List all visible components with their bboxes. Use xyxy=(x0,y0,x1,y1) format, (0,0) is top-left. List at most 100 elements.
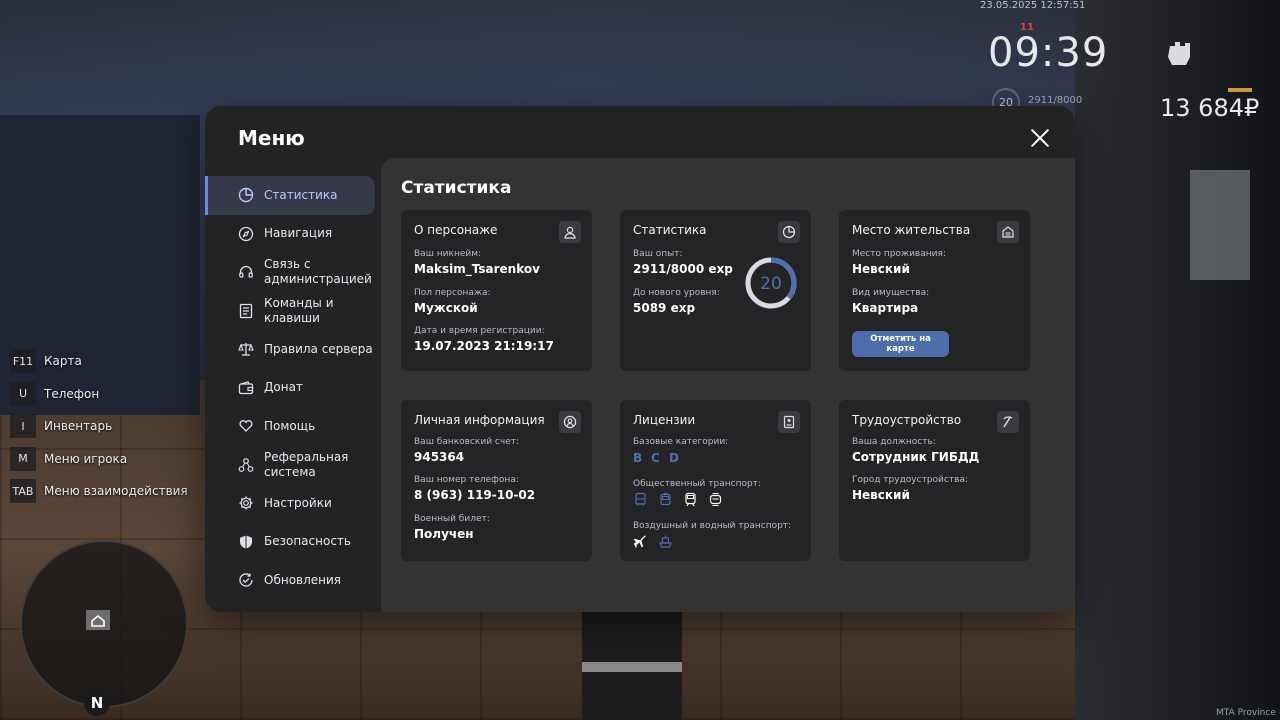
hotkey-key: TAB xyxy=(10,479,36,503)
shield-icon xyxy=(240,535,252,549)
card-title: Место жительства xyxy=(852,223,971,237)
employment-card-icon[interactable] xyxy=(997,411,1019,433)
next-level-label: До нового уровня: xyxy=(633,288,720,298)
hotkey-label: Меню взаимодействия xyxy=(44,484,188,498)
phone-label: Ваш номер телефона: xyxy=(414,475,519,485)
boat-icon xyxy=(659,535,672,548)
hotkey-player-menu[interactable]: M Меню игрока xyxy=(10,446,188,472)
sidebar: Статистика Навигация Связь с администрац… xyxy=(205,176,381,600)
sidebar-item-commands[interactable]: Команды и клавиши xyxy=(205,292,381,331)
hotkey-key: I xyxy=(10,414,36,438)
sidebar-item-label: Связь с администрацией xyxy=(264,257,372,287)
hotkey-label: Телефон xyxy=(44,386,100,401)
sidebar-item-updates[interactable]: Обновления xyxy=(205,561,381,600)
sidebar-item-donate[interactable]: Донат xyxy=(205,369,381,408)
sidebar-item-label: Обновления xyxy=(264,572,342,587)
hotkey-phone[interactable]: U Телефон xyxy=(10,381,188,407)
personal-card-icon[interactable] xyxy=(559,411,581,433)
public-transport-icons xyxy=(633,492,723,507)
scales-icon xyxy=(238,343,254,356)
nickname-label: Ваш никнейм: xyxy=(414,249,482,259)
residence-card-icon[interactable] xyxy=(997,221,1019,243)
character-card: О персонаже Ваш никнейм: Maksim_Tsarenko… xyxy=(401,210,592,371)
public-transport-label: Общественный транспорт: xyxy=(633,479,761,489)
base-categories-label: Базовые категории: xyxy=(633,437,729,447)
hotkey-map[interactable]: F11 Карта xyxy=(10,348,188,374)
hud-clock: 09:39 xyxy=(988,30,1109,76)
close-button[interactable] xyxy=(1027,126,1053,152)
sidebar-item-label: Правила сервера xyxy=(264,341,373,356)
air-water-transport-icons xyxy=(633,534,673,549)
sidebar-item-security[interactable]: Безопасность xyxy=(205,523,381,562)
gender-label: Пол персонажа: xyxy=(414,288,491,298)
headset-icon xyxy=(239,266,253,278)
sidebar-item-label: Донат xyxy=(264,380,303,395)
server-watermark: MTA Province # xyxy=(1216,708,1280,718)
compass-icon xyxy=(238,226,254,241)
sidebar-item-statistics[interactable]: Статистика xyxy=(205,176,375,215)
license-category-d: D xyxy=(669,451,679,465)
hotkey-interaction-menu[interactable]: TAB Меню взаимодействия xyxy=(10,478,188,504)
stats-card-icon[interactable] xyxy=(778,221,800,243)
residence-label: Место проживания: xyxy=(852,249,946,259)
bank-account-label: Ваш банковский счет: xyxy=(414,437,520,447)
hotkey-label: Карта xyxy=(44,354,82,368)
hotkey-key: U xyxy=(10,381,36,406)
card-title: Трудоустройство xyxy=(852,413,962,427)
sidebar-item-referral[interactable]: Реферальная система xyxy=(205,446,381,485)
sidebar-item-label: Настройки xyxy=(264,495,332,510)
clock-pie-icon xyxy=(782,225,796,239)
employment-city-value: Невский xyxy=(852,488,910,502)
sidebar-item-label: Команды и клавиши xyxy=(264,295,334,325)
sidebar-item-label: Безопасность xyxy=(264,534,351,549)
menu-window: Меню Статистика Навигация Связь с админи… xyxy=(205,106,1075,612)
people-network-icon xyxy=(238,457,254,472)
exp-value: 2911/8000 exp xyxy=(633,262,733,276)
level-progress-ring: 20 xyxy=(745,257,797,309)
background-poster xyxy=(1190,170,1250,280)
sidebar-item-label: Навигация xyxy=(264,226,333,241)
employment-card: Трудоустройство Ваша должность: Сотрудни… xyxy=(839,400,1030,561)
licenses-card-icon[interactable] xyxy=(778,411,800,433)
sidebar-item-rules[interactable]: Правила сервера xyxy=(205,330,381,369)
hud-money-bar xyxy=(1228,88,1252,92)
sidebar-item-settings[interactable]: Настройки xyxy=(205,484,381,523)
hud-exp: 2911/8000 xyxy=(1028,95,1083,106)
licenses-card: Лицензии Базовые категории: B C D Общест… xyxy=(620,400,811,561)
character-card-icon[interactable] xyxy=(559,221,581,243)
house-icon xyxy=(1002,226,1014,238)
gear-icon xyxy=(239,496,253,510)
personal-card: Личная информация Ваш банковский счет: 9… xyxy=(401,400,592,561)
position-label: Ваша должность: xyxy=(852,437,936,447)
player-character-legs xyxy=(582,612,682,720)
sidebar-item-help[interactable]: Помощь xyxy=(205,407,381,446)
nickname-value: Maksim_Tsarenkov xyxy=(414,262,540,276)
next-level-value: 5089 exp xyxy=(633,301,696,315)
id-card-icon xyxy=(783,415,795,429)
phone-value: 8 (963) 119-10-02 xyxy=(414,488,536,502)
card-title: Статистика xyxy=(633,223,707,237)
tram-icon xyxy=(709,492,722,507)
exp-label: Ваш опыт: xyxy=(633,249,683,259)
sidebar-item-label: Помощь xyxy=(264,418,316,433)
property-label: Вид имущества: xyxy=(852,288,930,298)
hotkey-key: M xyxy=(10,446,36,471)
mark-on-map-button[interactable]: Отметить на карте xyxy=(852,331,949,357)
pie-chart-icon xyxy=(238,188,254,203)
user-icon xyxy=(564,226,576,239)
user-circle-icon xyxy=(563,415,577,429)
trolleybus-icon xyxy=(660,492,671,506)
sidebar-item-navigation[interactable]: Навигация xyxy=(205,215,381,254)
hotkey-inventory[interactable]: I Инвентарь xyxy=(10,413,188,439)
sidebar-item-label: Реферальная система xyxy=(264,449,349,479)
content-panel: Статистика О персонаже Ваш никнейм: Maks… xyxy=(381,158,1075,612)
wallet-icon xyxy=(238,380,254,394)
hotkey-key: F11 xyxy=(10,349,36,373)
heart-hands-icon xyxy=(239,420,253,433)
sidebar-item-admin-contact[interactable]: Связь с администрацией xyxy=(205,253,381,292)
residence-card: Место жительства Место проживания: Невск… xyxy=(839,210,1030,371)
refresh-check-icon xyxy=(239,573,253,587)
hotkey-list: F11 Карта U Телефон I Инвентарь M Меню и… xyxy=(10,348,188,511)
pickaxe-icon xyxy=(1003,416,1013,428)
stats-card: Статистика Ваш опыт: 2911/8000 exp До но… xyxy=(620,210,811,371)
